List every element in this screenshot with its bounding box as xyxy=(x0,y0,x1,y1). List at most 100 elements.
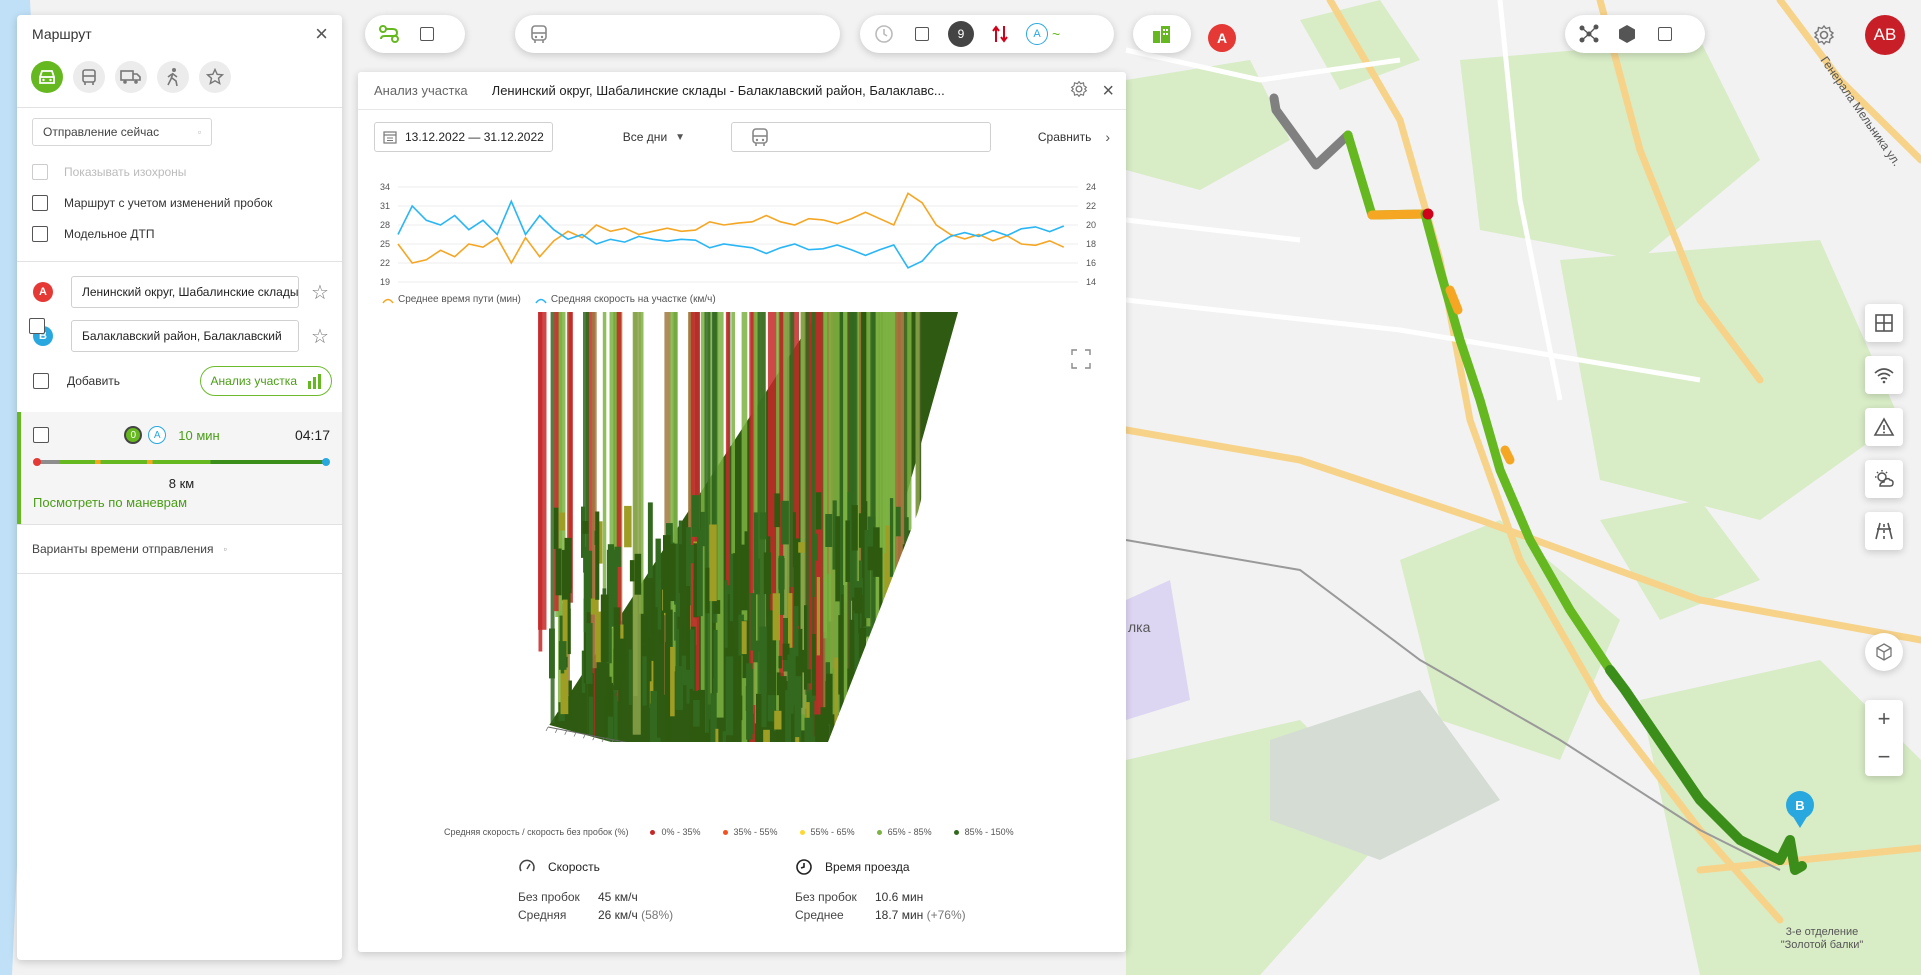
histogram-bar xyxy=(845,520,850,582)
route-traffic-bar xyxy=(33,458,330,466)
checkbox-icon[interactable] xyxy=(415,22,439,46)
option-traffic-changes[interactable]: Маршрут с учетом изменений пробок xyxy=(17,187,342,218)
grid-layer-button[interactable] xyxy=(1865,304,1903,342)
checkbox-icon[interactable] xyxy=(910,22,934,46)
histogram-bar xyxy=(710,693,716,742)
place-label: лка xyxy=(1128,619,1151,635)
add-checkbox[interactable] xyxy=(33,373,49,389)
segment-analysis-panel: Анализ участка Ленинский округ, Шабалинс… xyxy=(358,72,1126,952)
route-layers-icon[interactable] xyxy=(377,22,401,46)
route-card[interactable]: 0 A 10 мин 04:17 8 км Посмотреть по мане… xyxy=(17,412,342,524)
histogram-bar xyxy=(761,655,767,728)
histogram-bar xyxy=(586,623,593,684)
analysis-tab[interactable]: Анализ участка xyxy=(374,83,468,98)
buildings-icon[interactable] xyxy=(1150,22,1174,46)
histogram-bar xyxy=(689,688,693,742)
traffic-arrows-icon[interactable] xyxy=(988,22,1012,46)
close-icon[interactable]: × xyxy=(315,23,328,45)
point-a-toggle[interactable]: A xyxy=(1026,23,1048,45)
fullscreen-icon[interactable] xyxy=(1070,348,1092,375)
bar-chart-icon xyxy=(308,374,321,389)
hexagon-icon[interactable] xyxy=(1615,22,1639,46)
settings-icon[interactable] xyxy=(1070,80,1088,101)
speed-ratio-legend: Средняя скорость / скорость без пробок (… xyxy=(444,827,1014,837)
speed-title: Скорость xyxy=(548,860,600,874)
series-line-speed xyxy=(397,199,1065,269)
histogram-bar xyxy=(725,312,730,586)
legend-bin: 65% - 85% xyxy=(876,827,932,837)
histogram-bar xyxy=(705,567,710,614)
favorite-star-icon[interactable]: ☆ xyxy=(311,280,329,305)
car-icon[interactable] xyxy=(31,61,63,93)
legend-title: Средняя скорость / скорость без пробок (… xyxy=(444,827,629,837)
checkbox-icon[interactable] xyxy=(1653,22,1677,46)
pedestrian-icon[interactable] xyxy=(157,61,189,93)
y-left-tick-label: 22 xyxy=(380,258,390,268)
histogram-bar xyxy=(812,633,816,696)
settings-icon[interactable] xyxy=(1813,24,1835,46)
road-layer-button[interactable] xyxy=(1865,512,1903,550)
clock-icon[interactable] xyxy=(872,22,896,46)
graph-nodes-icon[interactable] xyxy=(1577,22,1601,46)
route-end-dot xyxy=(322,458,330,466)
days-select[interactable]: Все дни ▼ xyxy=(623,130,685,144)
departure-variants[interactable]: Варианты времени отправления ▫ xyxy=(17,524,342,574)
y-left-tick-label: 31 xyxy=(380,201,390,211)
traffic-toolbar: 9 A ~ xyxy=(860,15,1114,53)
3d-view-button[interactable] xyxy=(1865,633,1903,671)
histogram-bar xyxy=(670,646,675,717)
bus-icon[interactable] xyxy=(73,61,105,93)
user-avatar[interactable]: AB xyxy=(1865,15,1905,55)
speedometer-icon xyxy=(519,859,535,872)
svg-text:B: B xyxy=(1795,798,1804,813)
histogram-bar xyxy=(655,538,661,608)
histogram-bar xyxy=(774,493,781,528)
swap-points-checkbox[interactable] xyxy=(29,318,45,334)
compare-button[interactable]: Сравнить › xyxy=(1038,129,1110,145)
truck-icon[interactable] xyxy=(115,61,147,93)
maneuvers-link[interactable]: Посмотреть по маневрам xyxy=(33,495,330,510)
zoom-out-icon[interactable]: − xyxy=(1878,746,1891,768)
buildings-toolbar xyxy=(1133,15,1191,53)
point-b-input[interactable]: Балаклавский район, Балаклавский xyxy=(71,320,299,352)
bus-icon[interactable] xyxy=(527,22,551,46)
speed-avg-label: Средняя xyxy=(518,908,567,922)
transport-filter[interactable] xyxy=(731,122,992,152)
option-model-accident[interactable]: Модельное ДТП xyxy=(17,218,342,249)
route-checkbox[interactable] xyxy=(33,427,49,443)
option-label: Маршрут с учетом изменений пробок xyxy=(64,195,273,210)
histogram-bar xyxy=(766,536,771,617)
star-icon[interactable] xyxy=(199,61,231,93)
departure-select[interactable]: Отправление сейчас ▫ xyxy=(32,118,212,146)
option-isochrones[interactable]: Показывать изохроны xyxy=(17,156,342,187)
histogram-bar xyxy=(804,717,813,742)
warning-layer-button[interactable] xyxy=(1865,408,1903,446)
histogram-bar xyxy=(678,520,682,545)
close-icon[interactable]: × xyxy=(1102,81,1114,101)
histogram-bar xyxy=(724,580,728,648)
legend-item-speed: Средняя скорость на участке (км/ч) xyxy=(535,294,716,305)
date-range-picker[interactable]: 13.12.2022 — 31.12.2022 xyxy=(374,122,553,152)
route-start-dot xyxy=(33,458,41,466)
histogram-bar xyxy=(553,507,559,549)
histogram-bar xyxy=(624,505,632,548)
histogram-bar xyxy=(600,594,609,662)
graph-toolbar xyxy=(1565,15,1705,53)
point-a-input[interactable]: Ленинский округ, Шабалинские склады xyxy=(71,276,299,308)
histogram-bar xyxy=(768,625,771,673)
weather-layer-button[interactable] xyxy=(1865,460,1903,498)
warning-icon xyxy=(1873,417,1895,436)
speed-ratio-3d-chart[interactable] xyxy=(358,312,1126,742)
map-marker-a[interactable]: A xyxy=(1208,24,1236,52)
zoom-in-icon[interactable]: + xyxy=(1878,708,1891,730)
histogram-bar xyxy=(781,500,789,545)
station-label-line2: "Золотой балки" xyxy=(1781,939,1864,951)
analysis-button[interactable]: Анализ участка xyxy=(199,366,332,396)
histogram-bar xyxy=(604,696,608,737)
histogram-bar xyxy=(697,528,703,617)
histogram-bar xyxy=(778,655,782,669)
favorite-star-icon[interactable]: ☆ xyxy=(311,324,329,349)
traffic-score-badge[interactable]: 9 xyxy=(948,21,974,47)
wifi-layer-button[interactable] xyxy=(1865,356,1903,394)
transport-modes xyxy=(17,53,342,108)
